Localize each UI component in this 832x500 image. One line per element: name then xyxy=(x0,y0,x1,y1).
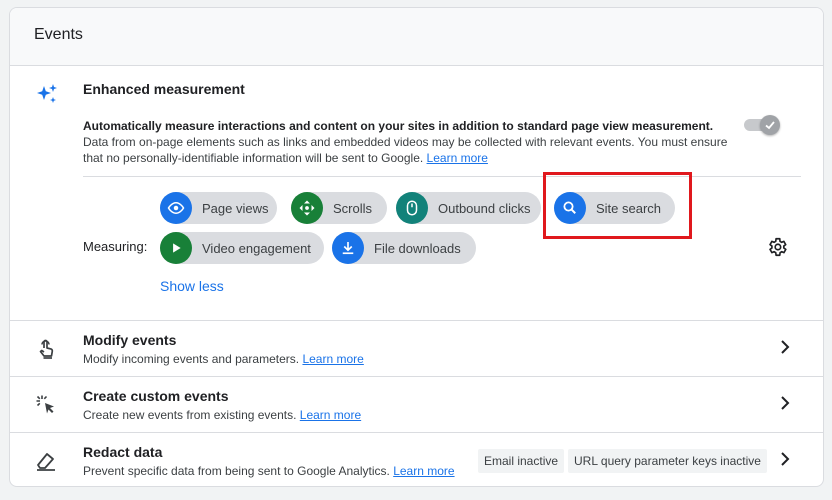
arrows-icon xyxy=(291,192,323,224)
toggle-knob xyxy=(760,115,780,135)
measuring-label: Measuring: xyxy=(83,239,148,254)
row-title: Redact data xyxy=(83,444,163,460)
row-description-text: Modify incoming events and parameters. xyxy=(83,352,300,366)
redact-data-row[interactable]: Redact data Prevent specific data from b… xyxy=(10,432,823,486)
email-status-tag: Email inactive xyxy=(478,449,565,473)
chip-page-views[interactable]: Page views xyxy=(160,192,277,224)
gear-icon[interactable] xyxy=(766,236,788,258)
card-title: Events xyxy=(34,26,83,43)
eraser-icon xyxy=(37,453,55,471)
download-icon xyxy=(332,232,364,264)
row-description: Prevent specific data from being sent to… xyxy=(83,464,455,478)
chip-scrolls[interactable]: Scrolls xyxy=(291,192,387,224)
modify-events-row[interactable]: Modify events Modify incoming events and… xyxy=(10,320,823,376)
row-title: Modify events xyxy=(83,332,177,348)
row-description: Create new events from existing events. … xyxy=(83,408,361,422)
enhanced-measurement-toggle[interactable] xyxy=(744,115,782,135)
chevron-right-icon xyxy=(781,396,790,410)
chip-label: Scrolls xyxy=(333,200,373,216)
site-search-highlight-box xyxy=(543,172,692,239)
create-custom-events-row[interactable]: Create custom events Create new events f… xyxy=(10,376,823,432)
description-bold: Automatically measure interactions and c… xyxy=(83,119,714,133)
chip-video-engagement[interactable]: Video engagement xyxy=(160,232,324,264)
url-query-status-tag: URL query parameter keys inactive xyxy=(568,449,767,473)
chip-label: Video engagement xyxy=(202,240,311,256)
events-card: Events Enhanced measurement Automaticall… xyxy=(9,7,824,487)
enhanced-measurement-description: Automatically measure interactions and c… xyxy=(83,118,733,166)
chip-label: Page views xyxy=(202,200,269,216)
create-custom-events-learn-more-link[interactable]: Learn more xyxy=(300,408,361,422)
enhanced-measurement-learn-more-link[interactable]: Learn more xyxy=(427,151,488,165)
row-title: Create custom events xyxy=(83,388,229,404)
chip-outbound-clicks[interactable]: Outbound clicks xyxy=(396,192,541,224)
chevron-right-icon xyxy=(781,340,790,354)
redact-data-learn-more-link[interactable]: Learn more xyxy=(393,464,454,478)
divider xyxy=(83,176,801,177)
click-sparkle-icon xyxy=(36,395,54,414)
chip-file-downloads[interactable]: File downloads xyxy=(332,232,476,264)
description-rest: Data from on-page elements such as links… xyxy=(83,135,728,165)
mouse-icon xyxy=(396,192,428,224)
chip-label: File downloads xyxy=(374,240,461,256)
play-icon xyxy=(160,232,192,264)
check-icon xyxy=(765,121,775,130)
card-header: Events xyxy=(10,8,823,66)
modify-events-learn-more-link[interactable]: Learn more xyxy=(302,352,363,366)
touch-icon xyxy=(39,339,54,359)
chip-label: Outbound clicks xyxy=(438,200,531,216)
enhanced-measurement-title: Enhanced measurement xyxy=(83,81,245,97)
chevron-right-icon xyxy=(781,452,790,466)
row-description-text: Create new events from existing events. xyxy=(83,408,297,422)
sparkle-icon xyxy=(37,84,57,103)
row-description: Modify incoming events and parameters. L… xyxy=(83,352,364,366)
show-less-link[interactable]: Show less xyxy=(160,278,224,294)
eye-icon xyxy=(160,192,192,224)
row-description-text: Prevent specific data from being sent to… xyxy=(83,464,390,478)
